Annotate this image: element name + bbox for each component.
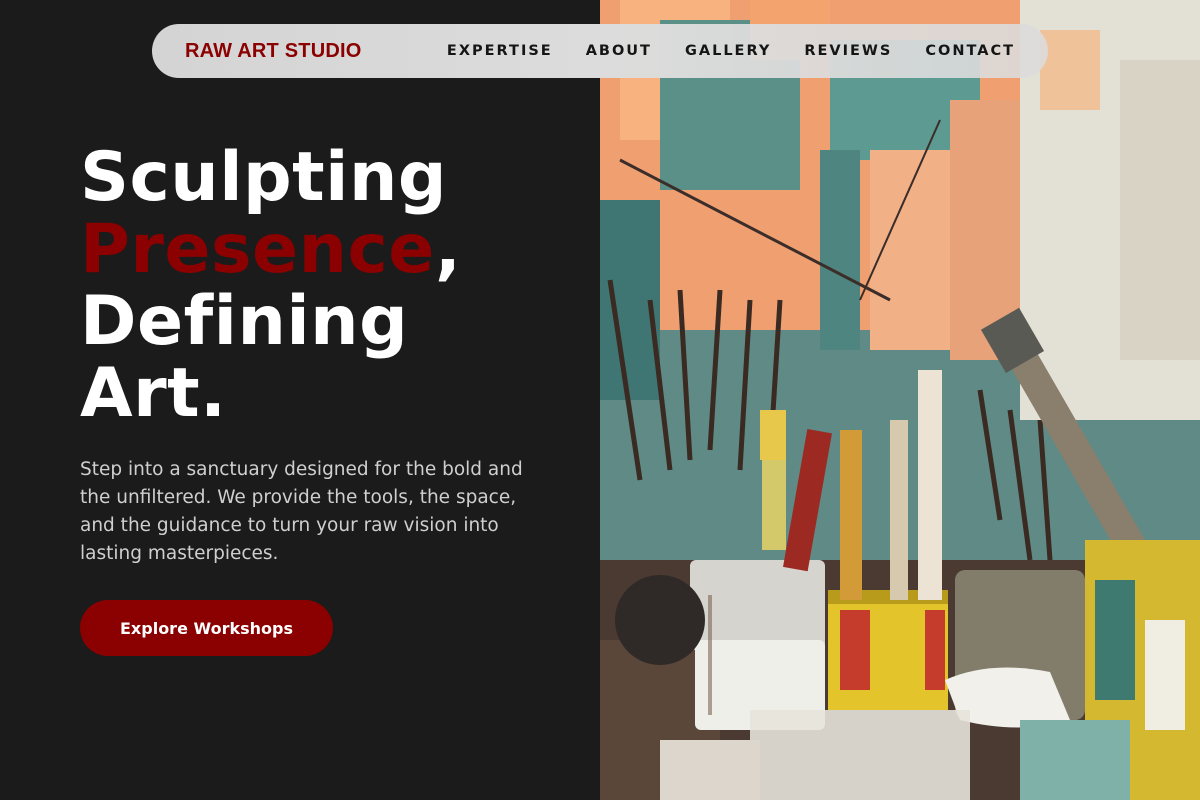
explore-workshops-button[interactable]: Explore Workshops <box>80 600 333 656</box>
nav-link-reviews[interactable]: REVIEWS <box>804 43 892 59</box>
brand-logo[interactable]: RAW ART STUDIO <box>185 40 362 63</box>
nav-link-expertise[interactable]: EXPERTISE <box>447 43 553 59</box>
nav-link-contact[interactable]: CONTACT <box>925 43 1015 59</box>
headline-comma: , <box>434 210 462 289</box>
nav-link-gallery[interactable]: GALLERY <box>685 43 771 59</box>
nav-links: EXPERTISE ABOUT GALLERY REVIEWS CONTACT <box>447 43 1015 59</box>
hero-headline: Sculpting Presence, Defining Art. <box>80 142 461 430</box>
hero-description: Step into a sanctuary designed for the b… <box>80 459 523 564</box>
nav-link-about[interactable]: ABOUT <box>586 43 652 59</box>
top-navbar: RAW ART STUDIO EXPERTISE ABOUT GALLERY R… <box>152 24 1048 78</box>
headline-line-1: Sculpting <box>80 138 448 217</box>
headline-line-3: Defining <box>80 282 409 361</box>
headline-accent-word: Presence <box>80 210 435 289</box>
hero-image <box>600 0 1200 800</box>
headline-line-4: Art. <box>80 354 227 433</box>
